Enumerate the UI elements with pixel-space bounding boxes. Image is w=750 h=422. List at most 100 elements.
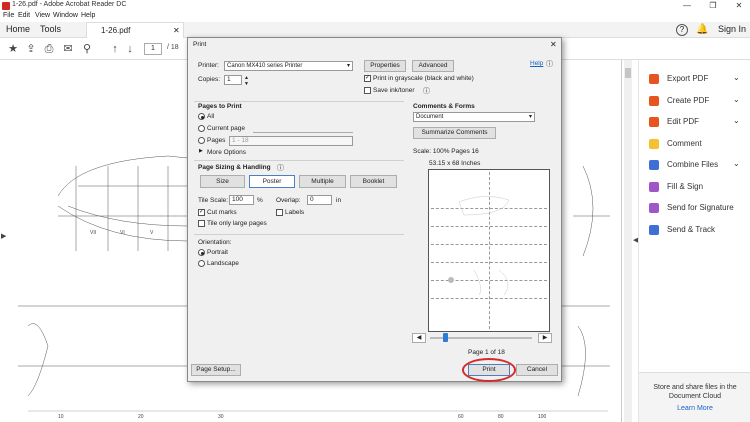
properties-button[interactable]: Properties: [364, 60, 406, 72]
svg-text:VI: VI: [120, 230, 125, 236]
chevron-down-icon[interactable]: ⌄: [733, 159, 740, 168]
more-options-toggle[interactable]: More Options: [207, 149, 246, 156]
summarize-comments-button[interactable]: Summarize Comments: [413, 127, 496, 139]
tool-label: Create PDF: [667, 95, 710, 105]
cut-marks-checkbox[interactable]: ✓: [198, 209, 205, 216]
chevron-down-icon[interactable]: ⌄: [733, 73, 740, 82]
tools-panel: Export PDF ⌄ Create PDF ⌄ Edit PDF ⌄ Comment Co…: [638, 60, 750, 422]
chevron-down-icon[interactable]: ⌄: [733, 116, 740, 125]
page-sizing-header: Page Sizing & Handling: [198, 164, 271, 171]
learn-more-link[interactable]: Learn More: [649, 405, 741, 412]
help-link[interactable]: Help: [530, 60, 543, 67]
portrait-radio[interactable]: [198, 249, 205, 256]
save-ink-info-icon[interactable]: ⓘ: [423, 86, 430, 96]
current-page-label: Current page: [207, 125, 245, 132]
page-total: / 18: [167, 44, 179, 51]
copies-label: Copies:: [198, 76, 221, 83]
menu-view[interactable]: View: [35, 12, 50, 19]
overlap-input[interactable]: 0: [307, 195, 332, 205]
chevron-down-icon: ▾: [346, 63, 350, 69]
comments-select[interactable]: Document ▾: [413, 112, 535, 122]
dimensions-text: 53.15 x 68 Inches: [429, 160, 481, 167]
menu-help[interactable]: Help: [81, 12, 95, 19]
tool-label: Comment: [667, 138, 702, 148]
chevron-down-icon[interactable]: ⌄: [733, 95, 740, 104]
dialog-close-icon[interactable]: ✕: [550, 40, 557, 49]
svg-text:V: V: [150, 230, 154, 236]
help-info-icon[interactable]: ⓘ: [546, 59, 553, 69]
printer-select[interactable]: Canon MX410 series Printer ▾: [224, 61, 353, 71]
advanced-button[interactable]: Advanced: [412, 60, 454, 72]
tool-label: Fill & Sign: [667, 181, 704, 191]
export-pdf-icon: [649, 74, 659, 84]
help-icon[interactable]: ?: [676, 24, 688, 36]
preview-page-slider[interactable]: ◀ ▶: [412, 333, 552, 343]
size-button[interactable]: Size: [200, 175, 245, 188]
previous-preview-button[interactable]: ◀: [412, 333, 426, 343]
document-cloud-promo: Store and share files in the Document Cl…: [639, 372, 750, 422]
pages-radio[interactable]: [198, 137, 205, 144]
labels-checkbox[interactable]: [276, 209, 283, 216]
minimize-button[interactable]: —: [676, 0, 698, 12]
tab-bar: Home Tools 1-26.pdf ✕ ? 🔔 Sign In: [0, 22, 750, 38]
slider-thumb[interactable]: [443, 333, 448, 342]
comments-forms-header: Comments & Forms: [413, 103, 475, 110]
doc-tab-close-icon[interactable]: ✕: [173, 26, 180, 35]
current-page-radio[interactable]: [198, 125, 205, 132]
left-panel-toggle-icon[interactable]: ▶: [1, 232, 6, 240]
menu-file[interactable]: File: [3, 12, 14, 19]
print-highlight-circle: [462, 358, 516, 382]
doc-tab-label: 1-26.pdf: [101, 26, 131, 35]
page-number-input[interactable]: 1: [144, 43, 162, 55]
grayscale-checkbox[interactable]: ✓: [364, 75, 371, 82]
sign-in-link[interactable]: Sign In: [718, 24, 746, 34]
copies-stepper[interactable]: ▲ ▼: [244, 75, 249, 87]
portrait-label: Portrait: [207, 249, 228, 256]
svg-text:100: 100: [538, 414, 547, 420]
multiple-button[interactable]: Multiple: [299, 175, 346, 188]
svg-text:VII: VII: [90, 230, 96, 236]
all-pages-radio[interactable]: [198, 113, 205, 120]
more-options-chevron-icon[interactable]: ▶: [199, 148, 203, 154]
overlap-unit: in: [336, 197, 342, 204]
tab-tools[interactable]: Tools: [40, 24, 61, 34]
cloud-promo-text: Store and share files in the Document Cl…: [653, 384, 737, 400]
scale-text: Scale: 100% Pages 16: [413, 148, 479, 155]
pages-group-divider: [194, 101, 404, 102]
landscape-radio[interactable]: [198, 260, 205, 267]
next-preview-button[interactable]: ▶: [538, 333, 552, 343]
upload-icon[interactable]: ⇪: [24, 42, 38, 56]
print-icon[interactable]: ⎙: [42, 42, 56, 56]
close-window-button[interactable]: ✕: [728, 0, 750, 12]
document-scrollbar[interactable]: [624, 60, 632, 422]
copies-input[interactable]: 1: [224, 75, 242, 85]
all-pages-label: All: [207, 113, 215, 120]
scrollbar-thumb[interactable]: [625, 68, 631, 78]
tab-home[interactable]: Home: [6, 24, 30, 34]
poster-button[interactable]: Poster: [249, 175, 295, 188]
save-ink-checkbox[interactable]: [364, 87, 371, 94]
pages-range-input[interactable]: 1 - 18: [229, 136, 353, 146]
booklet-button[interactable]: Booklet: [350, 175, 397, 188]
previous-page-icon[interactable]: ↑: [108, 42, 122, 56]
maximize-button[interactable]: ❐: [702, 0, 724, 12]
cancel-button[interactable]: Cancel: [516, 364, 558, 376]
fill-sign-icon: [649, 181, 659, 192]
send-track-icon: [649, 224, 659, 235]
email-icon[interactable]: ✉: [61, 42, 75, 56]
search-icon[interactable]: ⚲: [80, 42, 94, 56]
bell-icon[interactable]: 🔔: [696, 24, 708, 36]
grayscale-label: Print in grayscale (black and white): [373, 75, 474, 82]
menu-window[interactable]: Window: [53, 12, 78, 19]
page-setup-button[interactable]: Page Setup...: [191, 364, 241, 376]
tile-large-checkbox[interactable]: [198, 220, 205, 227]
tab-document[interactable]: 1-26.pdf ✕: [86, 22, 184, 38]
svg-text:30: 30: [218, 414, 224, 420]
next-page-icon[interactable]: ↓: [123, 42, 137, 56]
sizing-info-icon[interactable]: ⓘ: [277, 163, 284, 173]
bookmark-icon[interactable]: ★: [6, 42, 20, 56]
menu-edit[interactable]: Edit: [18, 12, 30, 19]
svg-text:20: 20: [138, 414, 144, 420]
svg-text:60: 60: [458, 414, 464, 420]
tile-scale-input[interactable]: 100: [229, 195, 254, 205]
